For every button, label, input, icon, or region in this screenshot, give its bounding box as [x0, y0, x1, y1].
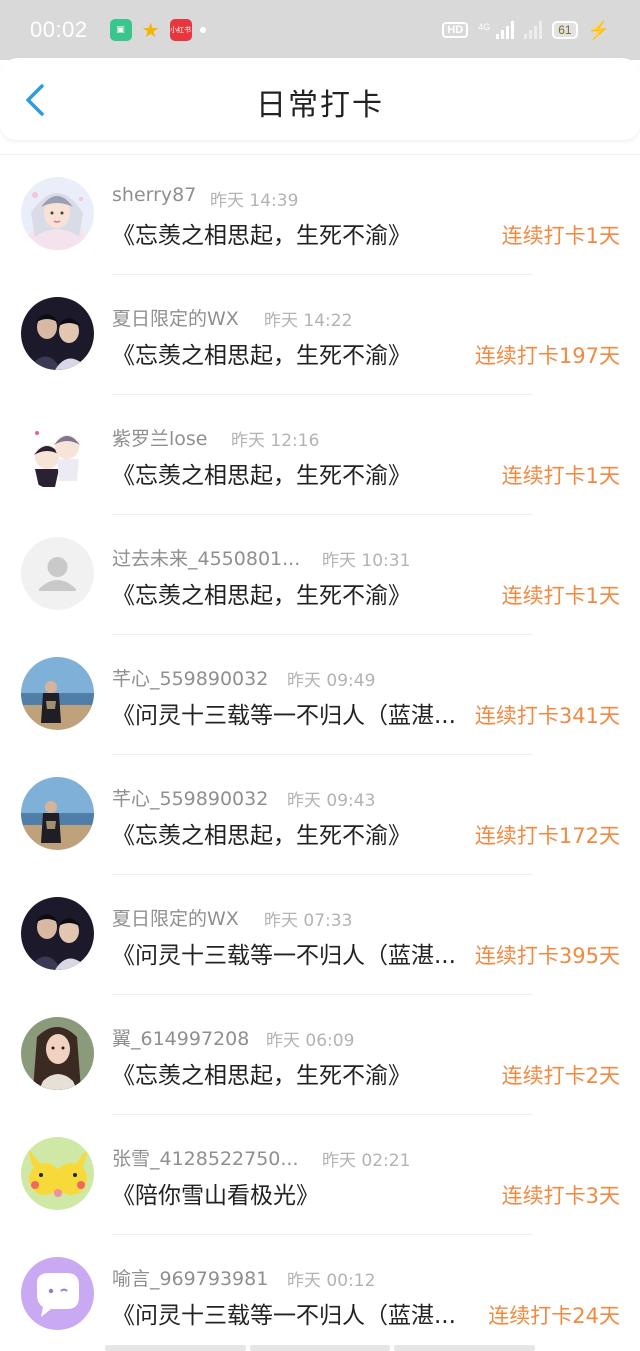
book-title[interactable]: 《忘羡之相思起，生死不渝》 [112, 336, 411, 370]
charging-icon: ⚡ [587, 19, 610, 40]
list-item[interactable]: 芊心_559890032 昨天 09:43 《忘羡之相思起，生死不渝》 连续打卡… [0, 755, 640, 875]
book-title[interactable]: 《忘羡之相思起，生死不渝》 [112, 216, 411, 250]
avatar[interactable] [21, 1257, 94, 1330]
username[interactable]: 芊心_559890032 [112, 664, 268, 691]
username[interactable]: 芊心_559890032 [112, 784, 268, 811]
book-title[interactable]: 《问灵十三载等一不归人（蓝湛... [112, 1296, 456, 1330]
username[interactable]: 紫罗兰lose [112, 424, 208, 451]
status-bar: 00:02 ▣ ★ 小红书 HD 4G 61 ⚡ [0, 0, 640, 60]
avatar[interactable] [21, 777, 94, 850]
chibi-avatar-icon [21, 417, 94, 490]
list-item[interactable]: sherry87 昨天 14:39 《忘羡之相思起，生死不渝》 连续打卡1天 [0, 155, 640, 275]
checkin-time: 昨天 12:16 [231, 431, 320, 451]
book-title[interactable]: 《忘羡之相思起，生死不渝》 [112, 1056, 411, 1090]
pikachu-avatar-icon [21, 1137, 94, 1210]
seaside-photo-avatar-icon [21, 777, 94, 850]
username[interactable]: 喻言_969793981 [112, 1264, 268, 1291]
avatar[interactable] [21, 897, 94, 970]
avatar[interactable] [21, 1017, 94, 1090]
default-user-icon [21, 537, 94, 610]
seaside-photo-avatar-icon [21, 657, 94, 730]
hd-voice-icon: HD [442, 22, 469, 38]
checkin-time: 昨天 09:49 [287, 671, 376, 691]
streak-label: 连续打卡1天 [501, 584, 620, 608]
checkin-time: 昨天 09:43 [287, 791, 376, 811]
checkin-time: 昨天 14:22 [264, 311, 353, 331]
signal-strength-2-icon [524, 21, 543, 39]
streak-label: 连续打卡24天 [488, 1304, 620, 1328]
book-title[interactable]: 《陪你雪山看极光》 [112, 1176, 319, 1210]
list-item[interactable]: 过去未来_4550801... 昨天 10:31 《忘羡之相思起，生死不渝》 连… [0, 515, 640, 635]
streak-label: 连续打卡341天 [474, 704, 620, 728]
list-item[interactable]: 芊心_559890032 昨天 09:49 《问灵十三载等一不归人（蓝湛... … [0, 635, 640, 755]
battery-icon: 61 [552, 21, 578, 39]
book-title[interactable]: 《忘羡之相思起，生死不渝》 [112, 576, 411, 610]
checkin-time: 昨天 02:21 [322, 1151, 411, 1171]
avatar[interactable] [21, 657, 94, 730]
page-title: 日常打卡 [256, 88, 384, 123]
avatar[interactable] [21, 537, 94, 610]
book-title[interactable]: 《忘羡之相思起，生死不渝》 [112, 456, 411, 490]
avatar[interactable] [21, 177, 94, 250]
username[interactable]: 夏日限定的WX [112, 304, 239, 331]
more-notifications-dot-icon [199, 27, 206, 33]
avatar[interactable] [21, 417, 94, 490]
username[interactable]: 过去未来_4550801... [112, 544, 300, 571]
list-item[interactable]: 夏日限定的WX 昨天 07:33 《问灵十三载等一不归人（蓝湛... 连续打卡3… [0, 875, 640, 995]
drama-duo-avatar-icon [21, 297, 94, 370]
star-app-icon: ★ [141, 18, 160, 42]
list-item[interactable]: 张雪_4128522750... 昨天 02:21 《陪你雪山看极光》 连续打卡… [0, 1115, 640, 1235]
notification-icons: ▣ ★ 小红书 [109, 18, 206, 42]
drama-duo-avatar-icon [21, 897, 94, 970]
streak-label: 连续打卡395天 [474, 944, 620, 968]
checkin-list[interactable]: sherry87 昨天 14:39 《忘羡之相思起，生死不渝》 连续打卡1天 夏… [0, 154, 640, 1351]
system-indicators: HD 4G 61 ⚡ [442, 0, 610, 60]
streak-label: 连续打卡1天 [501, 224, 620, 248]
book-title[interactable]: 《忘羡之相思起，生死不渝》 [112, 816, 411, 850]
checkin-time: 昨天 14:39 [210, 191, 299, 211]
book-title[interactable]: 《问灵十三载等一不归人（蓝湛... [112, 696, 456, 730]
checkin-time: 昨天 07:33 [264, 911, 353, 931]
streak-label: 连续打卡3天 [501, 1184, 620, 1208]
checkin-time: 昨天 10:31 [322, 551, 411, 571]
list-item[interactable]: 喻言_969793981 昨天 00:12 《问灵十三载等一不归人（蓝湛... … [0, 1235, 640, 1351]
streak-label: 连续打卡2天 [501, 1064, 620, 1088]
book-title[interactable]: 《问灵十三载等一不归人（蓝湛... [112, 936, 456, 970]
username[interactable]: sherry87 [112, 184, 196, 206]
anime-girl-avatar-icon [21, 177, 94, 250]
bottom-scroll-indicator [105, 1345, 536, 1351]
woman-portrait-avatar-icon [21, 1017, 94, 1090]
status-time: 00:02 [30, 17, 88, 42]
list-item[interactable]: 翼_614997208 昨天 06:09 《忘羡之相思起，生死不渝》 连续打卡2… [0, 995, 640, 1115]
chat-bubble-avatar-icon [21, 1257, 94, 1330]
list-item[interactable]: 紫罗兰lose 昨天 12:16 《忘羡之相思起，生死不渝》 连续打卡1天 [0, 395, 640, 515]
list-item[interactable]: 夏日限定的WX 昨天 14:22 《忘羡之相思起，生死不渝》 连续打卡197天 [0, 275, 640, 395]
signal-strength-icon [496, 21, 515, 39]
network-type-label: 4G [478, 22, 491, 32]
username[interactable]: 翼_614997208 [112, 1024, 249, 1051]
username[interactable]: 张雪_4128522750... [112, 1144, 299, 1171]
checkin-time: 昨天 00:12 [287, 1271, 376, 1291]
avatar[interactable] [21, 297, 94, 370]
avatar[interactable] [21, 1137, 94, 1210]
xiaohongshu-icon: 小红书 [169, 19, 192, 41]
username[interactable]: 夏日限定的WX [112, 904, 239, 931]
streak-label: 连续打卡197天 [474, 344, 620, 368]
streak-label: 连续打卡172天 [474, 824, 620, 848]
nav-header: 日常打卡 [0, 58, 640, 140]
checkin-time: 昨天 06:09 [266, 1031, 355, 1051]
streak-label: 连续打卡1天 [501, 464, 620, 488]
app-notification-icon: ▣ [109, 19, 132, 41]
